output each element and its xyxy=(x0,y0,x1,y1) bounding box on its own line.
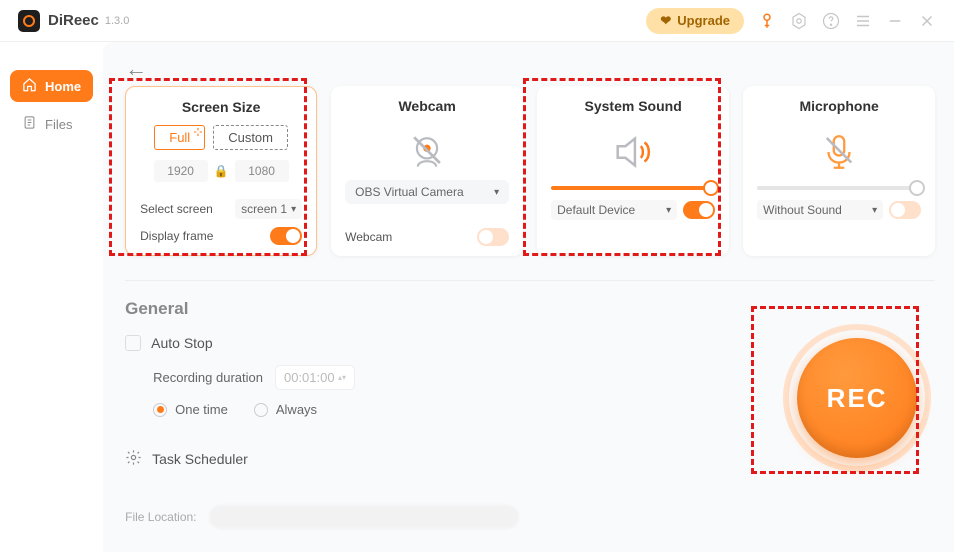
sidebar-item-files[interactable]: Files xyxy=(10,108,93,140)
auto-stop-checkbox[interactable] xyxy=(125,335,141,351)
divider xyxy=(125,280,935,281)
menu-icon[interactable] xyxy=(854,12,872,30)
gear-icon xyxy=(125,449,142,469)
radio-one-time[interactable]: One time xyxy=(153,402,228,417)
speaker-icon xyxy=(551,124,715,180)
back-button[interactable]: ← xyxy=(125,56,147,82)
file-location-label: File Location: xyxy=(125,510,196,524)
card-system-sound: System Sound Default Device▾ xyxy=(537,86,729,256)
record-button-container: REC xyxy=(783,324,931,472)
upgrade-label: Upgrade xyxy=(677,13,730,28)
task-scheduler-label: Task Scheduler xyxy=(152,451,248,467)
upgrade-button[interactable]: ❤ Upgrade xyxy=(646,8,744,34)
lock-icon[interactable]: 🔒 xyxy=(214,164,229,178)
system-sound-slider[interactable] xyxy=(551,186,715,190)
sidebar-item-label: Home xyxy=(45,79,81,94)
record-button[interactable]: REC xyxy=(797,338,917,458)
general-heading: General xyxy=(125,299,935,319)
webcam-toggle-label: Webcam xyxy=(345,230,392,244)
app-logo xyxy=(18,10,40,32)
microphone-toggle[interactable] xyxy=(889,201,921,219)
screen-height-input[interactable] xyxy=(235,160,289,182)
webcam-toggle[interactable] xyxy=(477,228,509,246)
card-webcam: Webcam OBS Virtual Camera▾ Webcam xyxy=(331,86,523,256)
card-title: Webcam xyxy=(345,98,509,114)
auto-stop-label: Auto Stop xyxy=(151,335,213,351)
screen-width-input[interactable] xyxy=(154,160,208,182)
chevron-down-icon: ▾ xyxy=(494,187,499,198)
recording-duration-label: Recording duration xyxy=(153,370,263,385)
microphone-off-icon xyxy=(757,124,921,180)
source-cards: Screen Size Full Custom 🔒 Select screen xyxy=(125,86,935,256)
microphone-device-select[interactable]: Without Sound▾ xyxy=(757,200,883,220)
file-location-path[interactable] xyxy=(209,505,519,529)
system-sound-toggle[interactable] xyxy=(683,201,715,219)
app-version: 1.3.0 xyxy=(105,15,129,27)
card-microphone: Microphone Without Sound▾ xyxy=(743,86,935,256)
main-panel: ← Screen Size Full Custom 🔒 xyxy=(103,42,954,552)
app-name: DiReec xyxy=(48,12,99,29)
screen-mode-full[interactable]: Full xyxy=(154,125,205,150)
recording-duration-input[interactable]: 00:01:00 ▴▾ xyxy=(275,365,355,390)
card-screen-size: Screen Size Full Custom 🔒 Select screen xyxy=(125,86,317,256)
minimize-button[interactable] xyxy=(886,12,904,30)
webcam-off-icon xyxy=(345,124,509,180)
card-title: Screen Size xyxy=(140,99,302,115)
help-icon[interactable] xyxy=(822,12,840,30)
select-screen-label: Select screen xyxy=(140,202,213,216)
webcam-device-select[interactable]: OBS Virtual Camera▾ xyxy=(345,180,509,204)
sidebar: Home Files xyxy=(0,42,103,552)
files-icon xyxy=(22,115,37,133)
close-button[interactable] xyxy=(918,12,936,30)
system-sound-device-select[interactable]: Default Device▾ xyxy=(551,200,677,220)
heart-icon: ❤ xyxy=(660,13,671,29)
settings-icon[interactable] xyxy=(790,12,808,30)
sidebar-item-home[interactable]: Home xyxy=(10,70,93,102)
chevron-down-icon: ▾ xyxy=(291,204,296,215)
sidebar-item-label: Files xyxy=(45,117,72,132)
radio-always[interactable]: Always xyxy=(254,402,317,417)
display-frame-label: Display frame xyxy=(140,229,213,243)
screen-select[interactable]: screen 1▾ xyxy=(235,199,302,219)
card-title: Microphone xyxy=(757,98,921,114)
home-icon xyxy=(22,77,37,95)
chevron-down-icon: ▾ xyxy=(872,205,877,216)
chevron-down-icon: ▾ xyxy=(666,205,671,216)
titlebar: DiReec 1.3.0 ❤ Upgrade xyxy=(0,0,954,42)
screen-mode-custom[interactable]: Custom xyxy=(213,125,288,150)
display-frame-toggle[interactable] xyxy=(270,227,302,245)
stepper-icon[interactable]: ▴▾ xyxy=(338,375,346,381)
microphone-slider[interactable] xyxy=(757,186,921,190)
record-label: REC xyxy=(827,383,888,414)
key-icon[interactable] xyxy=(758,12,776,30)
card-title: System Sound xyxy=(551,98,715,114)
